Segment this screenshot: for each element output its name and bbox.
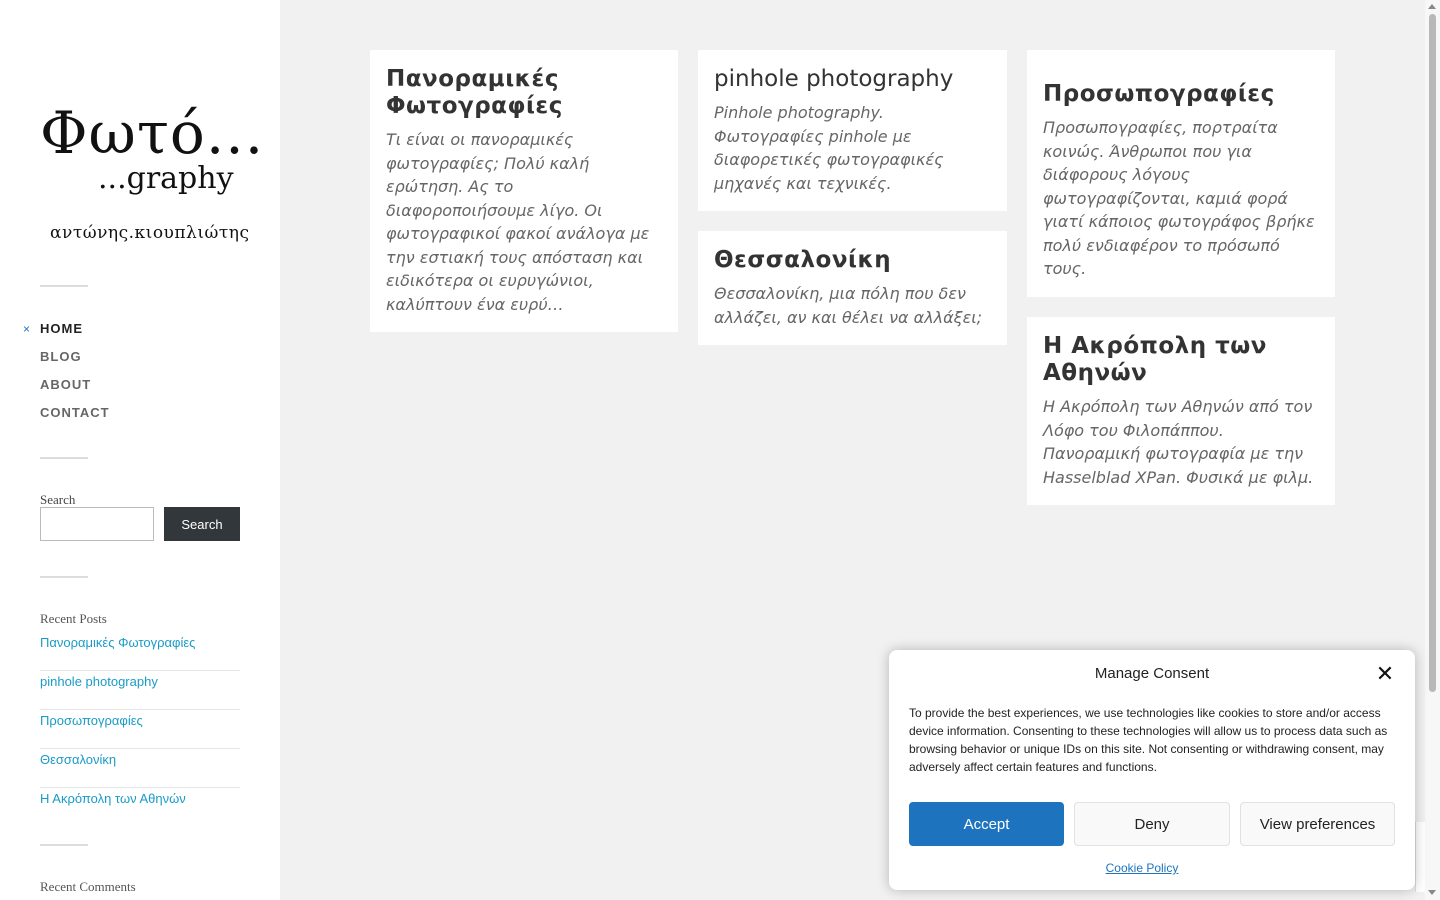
post-excerpt: Θεσσαλονίκη, μια πόλη που δεν αλλάζει, α… — [714, 284, 983, 327]
nav-item-label: ABOUT — [40, 377, 92, 392]
nav-item-contact[interactable]: CONTACT — [40, 402, 240, 430]
sidebar-divider — [40, 576, 88, 578]
accept-button[interactable]: Accept — [909, 802, 1064, 846]
post-title[interactable]: Η Ακρόπολη των Αθηνών — [1043, 333, 1319, 387]
post-card[interactable]: pinhole photography Pinhole photography.… — [698, 50, 1007, 211]
page-scrollbar[interactable] — [1425, 0, 1440, 900]
site-logo[interactable]: Φωτό... ...graphy αντώνης.κιουπλιώτης — [40, 100, 263, 250]
nav-item-about[interactable]: ABOUT — [40, 374, 240, 402]
post-excerpt: Προσωπογραφίες, πορτραίτα κοινώς. Άνθρωπ… — [1043, 118, 1315, 278]
post-excerpt: Pinhole photography. Φωτογραφίες pinhole… — [714, 103, 944, 193]
close-icon[interactable]: ✕ — [1373, 664, 1397, 688]
search-label: Search — [40, 492, 76, 507]
post-card[interactable]: Πανοραμικές Φωτογραφίες Τι είναι οι πανο… — [370, 50, 678, 332]
logo-main-text: Φωτό... — [40, 99, 265, 167]
post-card[interactable]: Η Ακρόπολη των Αθηνών Η Ακρόπολη των Αθη… — [1027, 317, 1335, 505]
recent-post-link[interactable]: Πανοραμικές Φωτογραφίες — [40, 632, 240, 671]
cookie-policy-link[interactable]: Cookie Policy — [889, 861, 1395, 875]
background-panel-edge — [1415, 822, 1425, 892]
scroll-thumb[interactable] — [1429, 14, 1436, 692]
nav-item-home[interactable]: × HOME — [23, 318, 240, 346]
post-title[interactable]: Προσωπογραφίες — [1043, 81, 1319, 108]
scroll-up-icon[interactable] — [1428, 4, 1436, 9]
nav-item-blog[interactable]: BLOG — [40, 346, 240, 374]
nav-item-label: HOME — [40, 321, 83, 336]
nav-item-label: BLOG — [40, 349, 82, 364]
recent-post-link[interactable]: Θεσσαλονίκη — [40, 749, 240, 788]
search-input[interactable] — [40, 507, 154, 541]
nav-item-label: CONTACT — [40, 405, 110, 420]
post-excerpt: Τι είναι οι πανοραμικές φωτογραφίες; Πολ… — [386, 130, 650, 314]
recent-posts-list: Πανοραμικές Φωτογραφίες pinhole photogra… — [40, 632, 240, 827]
consent-text: To provide the best experiences, we use … — [909, 706, 1388, 774]
deny-button[interactable]: Deny — [1074, 802, 1230, 846]
view-preferences-button[interactable]: View preferences — [1240, 802, 1395, 846]
scroll-down-icon[interactable] — [1428, 890, 1436, 895]
post-excerpt: Η Ακρόπολη των Αθηνών από τον Λόφο του Φ… — [1043, 397, 1314, 487]
current-marker-icon: × — [23, 322, 32, 336]
main-nav: × HOME BLOG ABOUT CONTACT — [23, 318, 240, 430]
recent-post-link[interactable]: Προσωπογραφίες — [40, 710, 240, 749]
post-title[interactable]: Πανοραμικές Φωτογραφίες — [386, 66, 662, 120]
post-card[interactable]: Προσωπογραφίες Προσωπογραφίες, πορτραίτα… — [1027, 50, 1335, 297]
search-button[interactable]: Search — [164, 507, 240, 541]
consent-dialog: Manage Consent ✕ To provide the best exp… — [889, 650, 1415, 890]
recent-post-link[interactable]: pinhole photography — [40, 671, 240, 710]
sidebar-divider — [40, 285, 88, 287]
logo-sub-text: ...graphy — [98, 161, 234, 196]
post-card[interactable]: Θεσσαλονίκη Θεσσαλονίκη, μια πόλη που δε… — [698, 231, 1007, 345]
recent-comments-title: Recent Comments — [40, 879, 136, 894]
post-title[interactable]: pinhole photography — [714, 66, 991, 93]
sidebar-divider — [40, 844, 88, 846]
sidebar: Φωτό... ...graphy αντώνης.κιουπλιώτης × … — [0, 0, 280, 900]
post-title[interactable]: Θεσσαλονίκη — [714, 247, 991, 274]
recent-posts-title: Recent Posts — [40, 611, 107, 626]
recent-post-link[interactable]: Η Ακρόπολη των Αθηνών — [40, 788, 240, 827]
logo-author-text: αντώνης.κιουπλιώτης — [50, 223, 250, 243]
consent-title: Manage Consent — [1094, 665, 1210, 682]
sidebar-divider — [40, 457, 88, 459]
